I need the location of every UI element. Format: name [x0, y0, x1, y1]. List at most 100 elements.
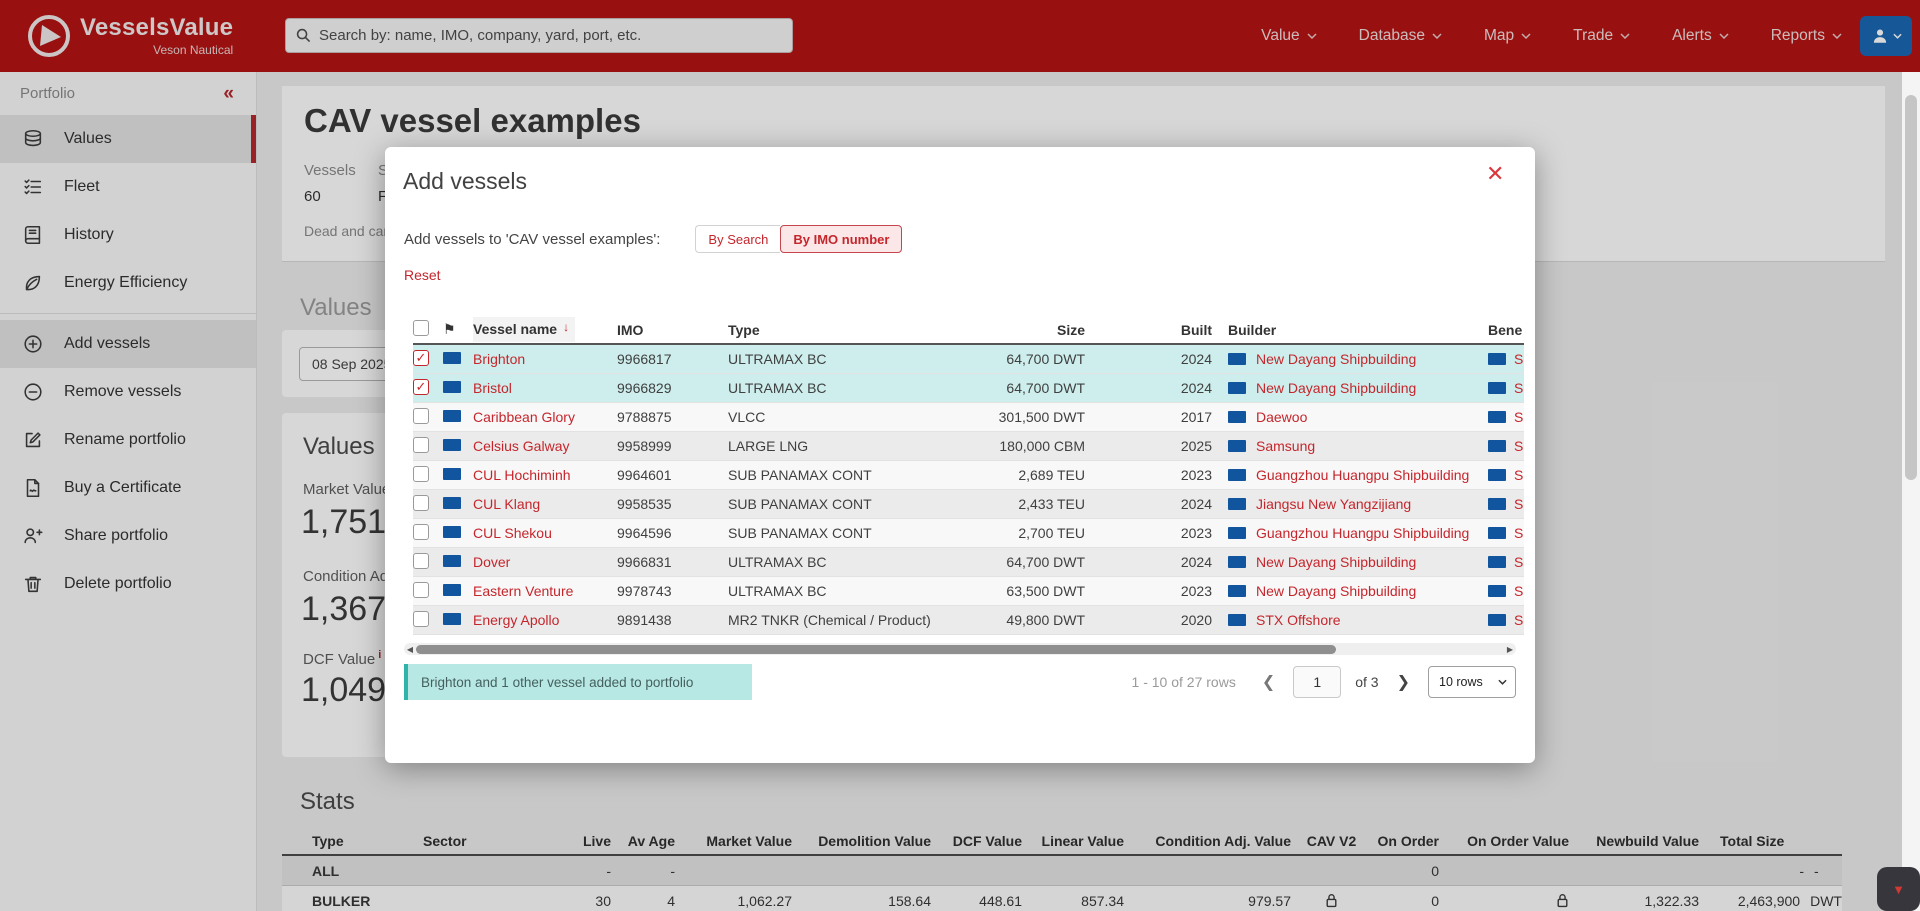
vessel-name-link[interactable]: CUL Hochiminh	[473, 467, 617, 483]
vessel-name-link[interactable]: Eastern Venture	[473, 583, 617, 599]
horizontal-scrollbar-thumb[interactable]	[416, 645, 1336, 654]
page-number-input[interactable]: 1	[1293, 666, 1341, 698]
close-icon[interactable]: ✕	[1486, 163, 1504, 185]
vessel-row: Celsius Galway9958999LARGE LNG180,000 CB…	[413, 432, 1524, 461]
vessel-checkbox[interactable]	[413, 466, 429, 482]
vessel-checkbox[interactable]	[413, 408, 429, 424]
beneficial-owner-link[interactable]: S	[1514, 496, 1523, 512]
vessel-flag-icon	[443, 497, 461, 509]
select-all-checkbox[interactable]	[413, 320, 429, 336]
vessel-name-link[interactable]: Brighton	[473, 351, 617, 367]
beneficial-owner-link[interactable]: S	[1514, 409, 1523, 425]
vessel-imo: 9958999	[617, 438, 728, 454]
vessel-size: 64,700 DWT	[958, 554, 1085, 570]
vessel-flag-icon	[443, 613, 461, 625]
vessel-built: 2023	[1085, 525, 1212, 541]
vessel-size: 2,689 TEU	[958, 467, 1085, 483]
vessel-row: CUL Klang9958535SUB PANAMAX CONT2,433 TE…	[413, 490, 1524, 519]
vessel-size: 64,700 DWT	[958, 351, 1085, 367]
vessel-built: 2024	[1085, 496, 1212, 512]
column-header-builder[interactable]: Builder	[1212, 322, 1488, 338]
vessel-row: Eastern Venture9978743ULTRAMAX BC63,500 …	[413, 577, 1524, 606]
beneficial-owner-link[interactable]: S	[1514, 380, 1523, 396]
horizontal-scrollbar[interactable]: ◀ ▶	[404, 643, 1516, 655]
builder-link[interactable]: Guangzhou Huangpu Shipbuilding	[1256, 525, 1469, 541]
builder-flag-icon	[1228, 614, 1246, 626]
vessel-built: 2025	[1085, 438, 1212, 454]
scroll-corner-button[interactable]: ▼	[1877, 867, 1920, 911]
vessel-flag-icon	[443, 468, 461, 480]
vessel-imo: 9966817	[617, 351, 728, 367]
tab-by-imo-number[interactable]: By IMO number	[780, 225, 902, 253]
builder-link[interactable]: Daewoo	[1256, 409, 1307, 425]
column-header-built[interactable]: Built	[1085, 322, 1212, 338]
rows-per-page-select[interactable]: 10 rows	[1428, 666, 1516, 698]
tab-by-search[interactable]: By Search	[695, 225, 780, 253]
builder-link[interactable]: New Dayang Shipbuilding	[1256, 351, 1416, 367]
builder-link[interactable]: New Dayang Shipbuilding	[1256, 380, 1416, 396]
vessel-name-link[interactable]: Energy Apollo	[473, 612, 617, 628]
builder-flag-icon	[1228, 382, 1246, 394]
vessel-checkbox[interactable]	[413, 379, 429, 395]
vertical-scrollbar-thumb[interactable]	[1905, 95, 1917, 480]
beneficial-owner-link[interactable]: S	[1514, 525, 1523, 541]
vessel-name-link[interactable]: CUL Shekou	[473, 525, 617, 541]
vessel-checkbox[interactable]	[413, 524, 429, 540]
beneficial-owner-link[interactable]: S	[1514, 467, 1523, 483]
vessel-imo: 9966829	[617, 380, 728, 396]
vessel-imo: 9788875	[617, 409, 728, 425]
vessel-row: Brighton9966817ULTRAMAX BC64,700 DWT2024…	[413, 345, 1524, 374]
vessel-name-link[interactable]: Dover	[473, 554, 617, 570]
column-header-type[interactable]: Type	[728, 322, 958, 338]
previous-page-icon[interactable]: ❮	[1258, 672, 1279, 692]
column-header-beneficial-owner[interactable]: Bene	[1488, 322, 1524, 338]
builder-link[interactable]: Samsung	[1256, 438, 1315, 454]
vessel-built: 2020	[1085, 612, 1212, 628]
builder-flag-icon	[1228, 353, 1246, 365]
next-page-icon[interactable]: ❯	[1393, 672, 1414, 692]
column-header-imo[interactable]: IMO	[617, 322, 728, 338]
vessel-flag-icon	[443, 584, 461, 596]
builder-flag-icon	[1228, 527, 1246, 539]
vessel-checkbox[interactable]	[413, 437, 429, 453]
builder-flag-icon	[1228, 469, 1246, 481]
vessel-type: ULTRAMAX BC	[728, 351, 958, 367]
vessel-size: 63,500 DWT	[958, 583, 1085, 599]
vessel-checkbox[interactable]	[413, 350, 429, 366]
vessel-name-link[interactable]: Celsius Galway	[473, 438, 617, 454]
column-header-vessel-name[interactable]: Vessel name↓	[473, 317, 617, 342]
vessel-imo: 9964596	[617, 525, 728, 541]
vessel-name-link[interactable]: Caribbean Glory	[473, 409, 617, 425]
vessel-row: Caribbean Glory9788875VLCC301,500 DWT201…	[413, 403, 1524, 432]
builder-link[interactable]: New Dayang Shipbuilding	[1256, 554, 1416, 570]
vessel-checkbox[interactable]	[413, 582, 429, 598]
add-mode-tabs: By Search By IMO number	[695, 225, 902, 253]
builder-link[interactable]: Guangzhou Huangpu Shipbuilding	[1256, 467, 1469, 483]
vessel-checkbox[interactable]	[413, 611, 429, 627]
beneficial-owner-link[interactable]: S	[1514, 554, 1523, 570]
vessel-type: SUB PANAMAX CONT	[728, 496, 958, 512]
vessel-checkbox[interactable]	[413, 553, 429, 569]
vessel-imo: 9958535	[617, 496, 728, 512]
beneficial-owner-link[interactable]: S	[1514, 583, 1523, 599]
builder-link[interactable]: Jiangsu New Yangzijiang	[1256, 496, 1411, 512]
scroll-right-arrow-icon[interactable]: ▶	[1505, 645, 1515, 654]
column-header-size[interactable]: Size	[958, 322, 1085, 338]
vessel-name-link[interactable]: CUL Klang	[473, 496, 617, 512]
beneficial-owner-link[interactable]: S	[1514, 351, 1523, 367]
builder-link[interactable]: STX Offshore	[1256, 612, 1341, 628]
vessel-checkbox[interactable]	[413, 495, 429, 511]
builder-link[interactable]: New Dayang Shipbuilding	[1256, 583, 1416, 599]
beneficial-owner-flag-icon	[1488, 440, 1506, 452]
vessel-built: 2024	[1085, 380, 1212, 396]
reset-link[interactable]: Reset	[404, 267, 441, 283]
vessel-imo: 9964601	[617, 467, 728, 483]
beneficial-owner-flag-icon	[1488, 498, 1506, 510]
vertical-scrollbar[interactable]	[1902, 72, 1920, 911]
vessel-name-link[interactable]: Bristol	[473, 380, 617, 396]
vessel-size: 64,700 DWT	[958, 380, 1085, 396]
scroll-left-arrow-icon[interactable]: ◀	[405, 645, 415, 654]
beneficial-owner-link[interactable]: S	[1514, 438, 1523, 454]
vessel-type: MR2 TNKR (Chemical / Product)	[728, 612, 958, 628]
beneficial-owner-link[interactable]: S	[1514, 612, 1523, 628]
